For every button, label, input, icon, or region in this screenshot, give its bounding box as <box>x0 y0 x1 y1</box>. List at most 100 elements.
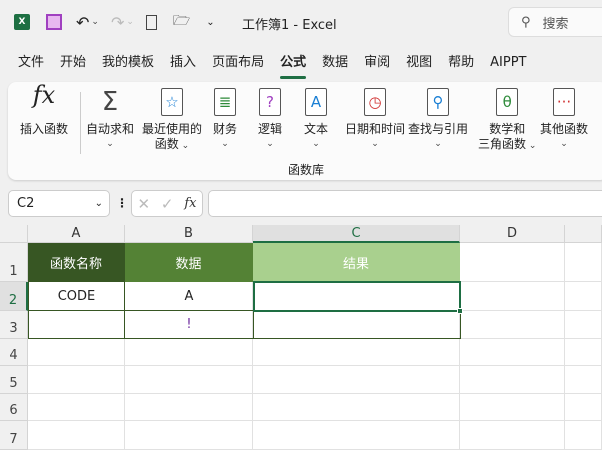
column-header-c[interactable]: C <box>253 225 460 243</box>
cell[interactable] <box>253 339 460 366</box>
cell[interactable] <box>125 421 253 450</box>
fill-handle[interactable] <box>457 308 463 314</box>
cell[interactable] <box>460 243 565 282</box>
ribbon-panel: fx 插入函数 Σ 自动求和 ⌄ ☆ 最近使用的 函数 ⌄ ≣ 财务 ⌄? 逻辑 ⌄ A 文本 ⌄ ◷ 日期和… <box>8 82 602 180</box>
cell-a2[interactable]: CODE <box>28 282 125 311</box>
function-category-button[interactable]: ⚲ 查找与引用 ⌄ <box>408 88 468 152</box>
cell[interactable] <box>460 282 565 311</box>
tab-review[interactable]: 审阅 <box>356 54 398 74</box>
tab-my-templates[interactable]: 我的模板 <box>94 54 162 74</box>
cell[interactable] <box>565 394 602 421</box>
cell-a3[interactable] <box>28 310 125 339</box>
cell[interactable] <box>565 243 602 282</box>
button-label: 插入函数 <box>20 122 69 136</box>
function-category-button[interactable]: Σ 自动求和 ⌄ <box>86 88 134 152</box>
customize-toolbar-icon[interactable]: ⌄ <box>206 17 214 28</box>
column-header-e[interactable] <box>565 225 602 243</box>
cell[interactable] <box>28 339 125 366</box>
cell[interactable] <box>28 421 125 450</box>
redo-icon[interactable]: ↷ <box>111 13 124 32</box>
name-box[interactable]: C2 ⌄ <box>8 190 110 217</box>
tab-aippt[interactable]: AIPPT <box>482 54 534 74</box>
cell[interactable] <box>253 421 460 450</box>
column-header-a[interactable]: A <box>28 225 125 243</box>
cell-c1[interactable]: 结果 <box>253 243 460 282</box>
tab-data[interactable]: 数据 <box>314 54 356 74</box>
cell[interactable] <box>460 339 565 366</box>
tab-insert[interactable]: 插入 <box>162 54 204 74</box>
cell-a1[interactable]: 函数名称 <box>28 243 125 282</box>
cell[interactable] <box>125 366 253 394</box>
save-icon[interactable] <box>46 14 62 30</box>
function-category-button[interactable]: ≣ 财务 ⌄ <box>213 88 237 152</box>
cell-b1[interactable]: 数据 <box>125 243 253 282</box>
new-file-icon[interactable] <box>145 14 157 30</box>
cell[interactable] <box>28 366 125 394</box>
tab-file[interactable]: 文件 <box>10 54 52 74</box>
cell-b2[interactable]: A <box>124 282 254 311</box>
row-header-6[interactable]: 6 <box>0 394 28 421</box>
cell[interactable] <box>565 366 602 394</box>
function-category-button[interactable]: ☆ 最近使用的 函数 ⌄ <box>142 88 202 154</box>
name-box-value: C2 <box>17 196 35 211</box>
cell[interactable] <box>460 311 565 339</box>
button-label: 逻辑 <box>258 122 283 136</box>
function-category-button[interactable]: A 文本 ⌄ <box>304 88 328 152</box>
column-header-b[interactable]: B <box>125 225 253 243</box>
chevron-down-icon: ⌄ <box>178 141 190 151</box>
row-header-1[interactable]: 1 <box>0 243 28 282</box>
row-header-7[interactable]: 7 <box>0 421 28 450</box>
chevron-down-icon: ⌄ <box>221 139 229 149</box>
cell-b3[interactable]: ! <box>124 310 254 339</box>
cell[interactable] <box>28 394 125 421</box>
open-folder-icon[interactable]: 🗁 <box>173 10 190 34</box>
enter-icon[interactable]: ✓ <box>161 195 174 213</box>
cell[interactable] <box>460 421 565 450</box>
chevron-down-icon[interactable]: ⌄ <box>95 198 103 209</box>
row-header-4[interactable]: 4 <box>0 339 28 366</box>
search-icon: ⚲ <box>521 14 531 30</box>
tab-help[interactable]: 帮助 <box>440 54 482 74</box>
tab-page-layout[interactable]: 页面布局 <box>204 54 272 74</box>
tab-home[interactable]: 开始 <box>52 54 94 74</box>
select-all-corner[interactable] <box>0 225 28 243</box>
insert-function-button[interactable]: fx 插入函数 <box>20 83 69 137</box>
cell-c2-selected[interactable] <box>253 281 461 312</box>
cell[interactable] <box>460 366 565 394</box>
formula-bar-input[interactable] <box>208 190 602 217</box>
cancel-icon[interactable]: ✕ <box>137 195 150 213</box>
chevron-down-icon: ⌄ <box>266 139 274 149</box>
row-header-3[interactable]: 3 <box>0 311 28 339</box>
window-title: 工作簿1 - Excel <box>242 18 337 33</box>
cell[interactable] <box>565 282 602 311</box>
tab-formulas[interactable]: 公式 <box>272 54 314 79</box>
function-category-button[interactable]: ◷ 日期和时间 ⌄ <box>345 88 405 152</box>
spreadsheet-grid[interactable]: A B C D 1 2 3 4 5 6 7 函数名称 数据 结果 CODE A … <box>0 225 602 450</box>
cell[interactable] <box>125 394 253 421</box>
undo-dropdown-icon[interactable]: ⌄ <box>91 17 99 27</box>
cell[interactable] <box>565 339 602 366</box>
redo-dropdown-icon[interactable]: ⌄ <box>126 17 134 27</box>
insert-function-icon[interactable]: fx <box>184 196 196 211</box>
cell[interactable] <box>253 394 460 421</box>
row-header-2[interactable]: 2 <box>0 282 28 311</box>
undo-icon[interactable]: ↶ <box>76 13 89 32</box>
formula-buttons: ✕ ✓ fx <box>131 190 203 217</box>
cell-c3[interactable] <box>253 310 461 339</box>
tab-view[interactable]: 视图 <box>398 54 440 74</box>
search-box[interactable]: ⚲ 搜索 <box>508 7 602 37</box>
more-options-icon[interactable]: ⋮ <box>116 196 128 210</box>
column-header-d[interactable]: D <box>460 225 565 243</box>
chevron-down-icon: ⌄ <box>106 139 114 149</box>
cell[interactable] <box>125 339 253 366</box>
button-label: 最近使用的 <box>142 122 203 136</box>
row-header-5[interactable]: 5 <box>0 366 28 394</box>
cell[interactable] <box>460 394 565 421</box>
function-category-button[interactable]: ··· 其他函数 ⌄ <box>540 88 588 152</box>
function-category-button[interactable]: θ 数学和 三角函数 ⌄ <box>478 88 536 154</box>
cell[interactable] <box>565 421 602 450</box>
category-icon: ◷ <box>364 88 386 116</box>
function-category-button[interactable]: ? 逻辑 ⌄ <box>258 88 282 152</box>
cell[interactable] <box>565 311 602 339</box>
cell[interactable] <box>253 366 460 394</box>
